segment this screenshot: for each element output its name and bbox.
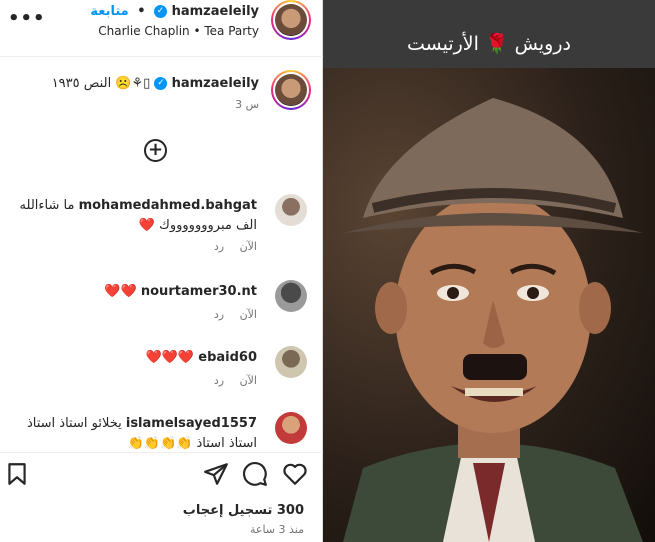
caption-timestamp: 3 س: [235, 98, 259, 111]
caption-avatar[interactable]: [271, 70, 311, 110]
comment-meta: الآن رد: [202, 374, 257, 387]
comment-time: الآن: [239, 374, 257, 387]
post-sidebar: ••• متابعة • ✓ hamzaeleily Charlie Chapl…: [0, 0, 323, 542]
comment-time: الآن: [239, 308, 257, 321]
save-bookmark-icon[interactable]: [4, 461, 30, 487]
comment-avatar[interactable]: [275, 280, 307, 312]
post-actions: [0, 452, 323, 494]
comment-username[interactable]: islamelsayed1557: [126, 416, 257, 431]
header-username[interactable]: hamzaeleily: [172, 4, 259, 19]
media-overlay-text: درويش 🌹 الأرتيست: [407, 33, 571, 55]
post-caption: النص ١٩٣٥ ☹️⚘️▯ ✓ hamzaeleily 3 س: [0, 68, 323, 118]
comment-text: ❤️❤️: [104, 284, 137, 299]
comment-username[interactable]: ebaid60: [198, 350, 257, 365]
comment-bubble-icon[interactable]: [242, 461, 268, 487]
comment-item: islamelsayed1557 يخلائو استاذ استاذ استا…: [0, 412, 323, 450]
reply-button[interactable]: رد: [214, 374, 224, 387]
comment-meta: الآن رد: [202, 240, 257, 253]
caption-username[interactable]: hamzaeleily: [172, 76, 259, 91]
more-horizontal-icon[interactable]: •••: [8, 8, 46, 29]
load-more-comments-icon[interactable]: +: [144, 139, 167, 162]
caption-text-line: النص ١٩٣٥ ☹️⚘️▯ ✓ hamzaeleily: [52, 76, 259, 91]
post-media[interactable]: درويش 🌹 الأرتيست: [323, 0, 655, 542]
comment-text: ❤️❤️❤️: [145, 350, 195, 365]
post-photo: [323, 68, 655, 542]
comment-avatar[interactable]: [275, 346, 307, 378]
portrait-illustration: [343, 98, 643, 542]
comment-body: ebaid60 ❤️❤️❤️: [7, 348, 257, 368]
comment-avatar[interactable]: [275, 194, 307, 226]
verified-badge-icon: ✓: [154, 5, 168, 18]
post-header: ••• متابعة • ✓ hamzaeleily Charlie Chapl…: [0, 0, 323, 57]
comment-body: islamelsayed1557 يخلائو استاذ استاذ استا…: [7, 414, 257, 450]
comment-body: mohamedahmed.bahgat ما شاءالله الف مبروو…: [7, 196, 257, 236]
header-username-line: متابعة • ✓ hamzaeleily: [90, 4, 259, 19]
follow-button[interactable]: متابعة: [90, 4, 128, 19]
verified-badge-icon: ✓: [154, 77, 168, 90]
share-send-icon[interactable]: [203, 461, 229, 487]
header-avatar[interactable]: [271, 0, 311, 40]
comment-meta: الآن رد: [202, 308, 257, 321]
likes-count[interactable]: 300 تسجيل إعجاب: [183, 503, 304, 518]
comment-body: nourtamer30.nt ❤️❤️: [7, 282, 257, 302]
reply-button[interactable]: رد: [214, 240, 224, 253]
audio-track-link[interactable]: Charlie Chaplin • Tea Party: [98, 24, 259, 38]
reply-button[interactable]: رد: [214, 308, 224, 321]
caption-text: النص ١٩٣٥ ☹️⚘️▯: [51, 76, 151, 91]
separator-dot: •: [137, 4, 146, 19]
post-time-ago: منذ 3 ساعة: [249, 523, 304, 536]
comment-username[interactable]: mohamedahmed.bahgat: [79, 198, 257, 213]
comment-username[interactable]: nourtamer30.nt: [141, 284, 257, 299]
comment-avatar[interactable]: [275, 412, 307, 444]
comment-time: الآن: [239, 240, 257, 253]
like-heart-icon[interactable]: [282, 461, 308, 487]
